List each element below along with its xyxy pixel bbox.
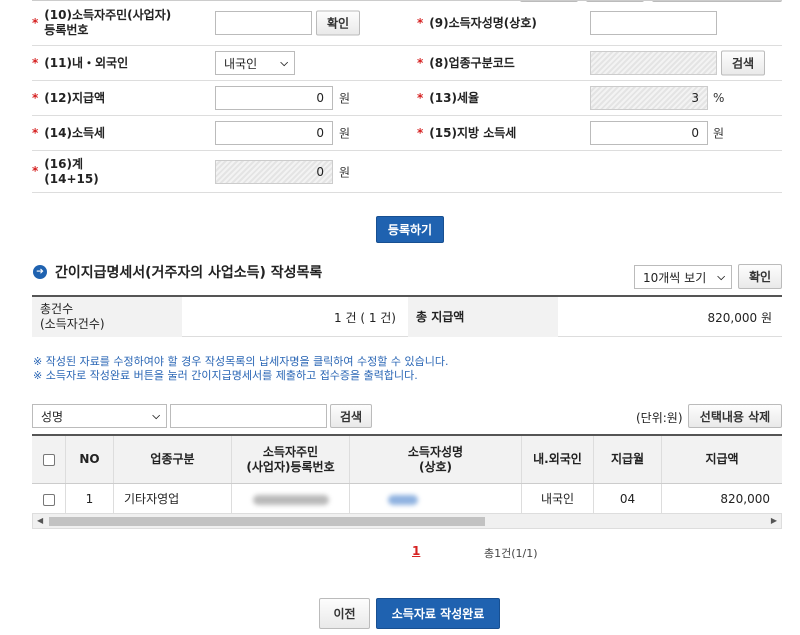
search-field-select[interactable]: 성명 ⌵ xyxy=(32,404,167,428)
row-checkbox[interactable] xyxy=(42,493,55,506)
row-resident-id-redacted xyxy=(232,484,350,515)
scroll-right-icon[interactable]: ▶ xyxy=(771,514,777,528)
chevron-down-icon: ⌵ xyxy=(280,57,288,69)
row-biz: 기타자영업 xyxy=(114,484,232,515)
list-section-title: ➔ 간이지급명세서(거주자의 사업소득) 작성목록 xyxy=(33,262,322,282)
col-nationality: 내.외국인 xyxy=(522,436,594,483)
register-button[interactable]: 등록하기 xyxy=(376,216,444,243)
total-input: 0 xyxy=(215,159,333,184)
payment-label: * (12)지급액 xyxy=(32,90,106,105)
id-confirm-button[interactable]: 확인 xyxy=(316,10,360,36)
required-mark: * xyxy=(32,15,39,30)
chevron-down-icon: ⌵ xyxy=(717,271,725,283)
search-button[interactable]: 검색 xyxy=(330,404,372,428)
col-name: 소득자성명 (상호) xyxy=(350,436,522,483)
form-row-taxes: * (14)소득세 0 원 * (15)지방 소득세 0 원 xyxy=(32,116,782,151)
resident-id-label: * (10)소득자주민(사업자) 등록번호 xyxy=(32,8,172,37)
page-size-select[interactable]: 10개씩 보기 ⌵ xyxy=(634,265,732,289)
payment-input[interactable]: 0 xyxy=(215,86,333,110)
form-row-total: * (16)계 (14+15) 0 원 xyxy=(32,151,782,193)
name-label: * (9)소득자성명(상호) xyxy=(417,15,537,30)
col-amount: 지급액 xyxy=(705,452,739,466)
biz-code-search-button[interactable]: 검색 xyxy=(721,50,765,76)
won-unit: 원 xyxy=(713,126,725,141)
local-tax-label: * (15)지방 소득세 xyxy=(417,125,517,140)
unit-text: (단위:원) xyxy=(636,411,683,425)
col-no: NO xyxy=(66,436,114,483)
notice-text: ※ 작성된 자료를 수정하여야 할 경우 작성목록의 납세자명을 클릭하여 수정… xyxy=(33,355,449,382)
form-row-nationality: * (11)내・외국인 내국인 ⌵ * (8)업종구분코드 검색 xyxy=(32,46,782,81)
row-amount: 820,000 xyxy=(720,492,770,506)
name-input[interactable] xyxy=(590,11,717,35)
filter-bar: 성명 ⌵ 검색 (단위:원) 선택내용 삭제 xyxy=(32,404,782,428)
summary-table: 총건수 (소득자건수) 1 건 ( 1 건) 총 지급액 820,000 원 xyxy=(32,295,782,337)
total-payment-label: 총 지급액 xyxy=(408,297,558,337)
count-label: 총건수 (소득자건수) xyxy=(32,297,182,337)
local-tax-input[interactable]: 0 xyxy=(590,121,708,145)
total-payment-value: 820,000 원 xyxy=(707,310,772,325)
count-value: 1 건 ( 1 건) xyxy=(334,310,396,325)
page-link-current[interactable]: 1 xyxy=(412,544,420,558)
row-name-link-redacted[interactable] xyxy=(350,484,522,515)
tax-rate-label: * (13)세율 xyxy=(417,90,480,105)
biz-code-label: * (8)업종구분코드 xyxy=(417,55,515,70)
form-row-payment: * (12)지급액 0 원 * (13)세율 3 % xyxy=(32,81,782,116)
col-resident-id: 소득자주민 (사업자)등록번호 xyxy=(232,436,350,483)
chevron-down-icon: ⌵ xyxy=(152,410,160,422)
select-all-checkbox[interactable] xyxy=(42,453,55,466)
horizontal-scrollbar[interactable]: ◀ ▶ xyxy=(32,513,782,529)
resident-id-input[interactable] xyxy=(215,11,312,35)
prev-button[interactable]: 이전 xyxy=(319,598,370,629)
row-no: 1 xyxy=(66,484,114,515)
form-row-id: * (10)소득자주민(사업자) 등록번호 확인 * (9)소득자성명(상호) xyxy=(32,1,782,46)
search-input[interactable] xyxy=(170,404,327,428)
income-entry-form: * (10)소득자주민(사업자) 등록번호 확인 * (9)소득자성명(상호) *… xyxy=(32,0,782,193)
total-label: * (16)계 (14+15) xyxy=(32,156,99,186)
col-pay-month: 지급월 xyxy=(594,436,662,483)
table-row: 1 기타자영업 내국인 04 820,000 xyxy=(32,484,782,516)
scroll-left-icon[interactable]: ◀ xyxy=(37,514,43,528)
biz-code-input xyxy=(590,51,717,75)
tax-rate-input: 3 xyxy=(590,86,708,110)
col-biz: 업종구분 xyxy=(114,436,232,483)
nationality-label: * (11)내・외국인 xyxy=(32,55,129,70)
scrollbar-thumb[interactable] xyxy=(49,517,485,526)
percent-unit: % xyxy=(713,91,725,105)
arrow-right-icon: ➔ xyxy=(33,265,47,279)
won-unit: 원 xyxy=(339,91,351,106)
list-header-row: NO 업종구분 소득자주민 (사업자)등록번호 소득자성명 (상호) 내.외국인 지… xyxy=(32,436,782,484)
won-unit: 원 xyxy=(339,165,351,179)
delete-selected-button[interactable]: 선택내용 삭제 xyxy=(688,404,782,428)
row-nationality: 내국인 xyxy=(522,484,594,515)
pagination-summary: 총1건(1/1) xyxy=(484,547,538,560)
income-tax-label: * (14)소득세 xyxy=(32,125,106,140)
row-pay-month: 04 xyxy=(594,484,662,515)
won-unit: 원 xyxy=(339,126,351,141)
nationality-select[interactable]: 내국인 ⌵ xyxy=(215,51,295,75)
page-size-confirm-button[interactable]: 확인 xyxy=(738,264,782,289)
income-tax-input[interactable]: 0 xyxy=(215,121,333,145)
list-table: NO 업종구분 소득자주민 (사업자)등록번호 소득자성명 (상호) 내.외국인 지… xyxy=(32,434,782,516)
complete-button[interactable]: 소득자료 작성완료 xyxy=(376,598,500,629)
